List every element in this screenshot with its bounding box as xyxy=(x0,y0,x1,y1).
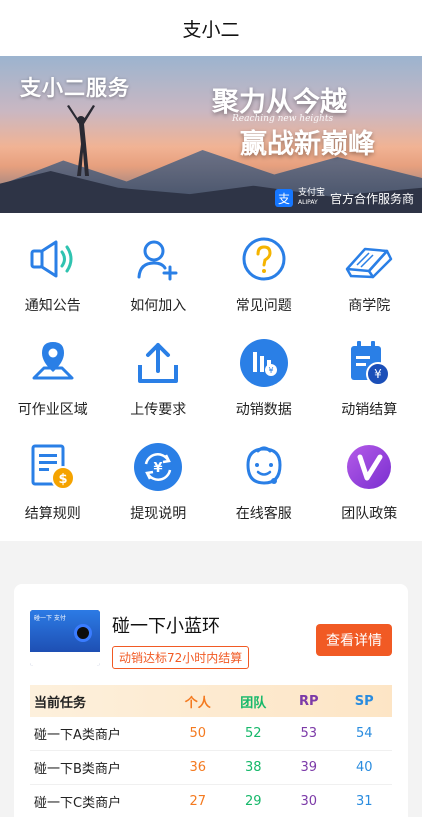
grid-item-area[interactable]: 可作业区域 xyxy=(0,337,106,419)
map-pin-icon xyxy=(27,337,79,389)
grid-item-academy[interactable]: 商学院 xyxy=(317,233,422,315)
cell-rp: 39 xyxy=(300,760,318,775)
cell-sp: 40 xyxy=(355,760,373,775)
grid-label: 如何加入 xyxy=(130,298,187,314)
grid-item-notice[interactable]: 通知公告 xyxy=(0,233,106,315)
table-row[interactable]: 碰一下A类商户 50 52 53 54 xyxy=(30,717,392,751)
alipay-en: ALIPAY xyxy=(297,199,318,206)
cell-task: 碰一下A类商户 xyxy=(34,728,121,743)
promo-title: 碰一下小蓝环 xyxy=(112,616,220,637)
view-details-button[interactable]: 查看详情 xyxy=(316,624,392,656)
cell-sp: 54 xyxy=(355,726,373,741)
header-team: 团队 xyxy=(240,695,267,711)
grid-label: 团队政策 xyxy=(341,506,398,522)
grid-item-upload[interactable]: 上传要求 xyxy=(106,337,212,419)
book-icon xyxy=(343,233,395,285)
thumb-caption: 碰一下 支付 xyxy=(34,615,66,622)
cell-team: 52 xyxy=(244,726,262,741)
grid-item-sales-settle[interactable]: ¥ 动销结算 xyxy=(317,337,422,419)
banner-service-title: 支小二服务 xyxy=(20,75,130,100)
v-badge-icon xyxy=(343,441,395,493)
cell-rp: 53 xyxy=(300,726,318,741)
upload-icon xyxy=(132,337,184,389)
grid-label: 动销结算 xyxy=(341,402,398,418)
grid-item-sales-data[interactable]: ¥ 动销数据 xyxy=(211,337,317,419)
cell-task: 碰一下C类商户 xyxy=(34,796,122,811)
cell-task: 碰一下B类商户 xyxy=(34,762,121,777)
question-icon xyxy=(238,233,290,285)
cell-personal: 27 xyxy=(189,794,207,809)
thumb-footer xyxy=(30,652,100,666)
calendar-yen-icon: ¥ xyxy=(343,337,395,389)
promo-row: 碰一下 支付 碰一下小蓝环 动销达标72小时内结算 查看详情 xyxy=(30,610,392,669)
cell-sp: 31 xyxy=(355,794,373,809)
feature-grid: 通知公告 如何加入 常见问题 商学院 可作业区域 上传要求 ¥ 动销数据 ¥ 动… xyxy=(0,213,422,541)
grid-label: 上传要求 xyxy=(130,402,187,418)
banner-slogan-line2: 赢战新巅峰 xyxy=(240,129,375,160)
support-face-icon xyxy=(238,441,290,493)
svg-text:¥: ¥ xyxy=(268,366,273,375)
page-header: 支小二 xyxy=(0,0,422,56)
grid-item-faq[interactable]: 常见问题 xyxy=(211,233,317,315)
alipay-logo-icon: 支 xyxy=(274,189,293,207)
grid-item-support[interactable]: 在线客服 xyxy=(211,441,317,523)
header-sp: SP xyxy=(354,693,374,709)
grid-label: 结算规则 xyxy=(24,506,81,522)
page-title: 支小二 xyxy=(182,18,240,41)
speaker-icon xyxy=(27,233,79,285)
header-personal: 个人 xyxy=(184,695,211,711)
grid-label: 动销数据 xyxy=(235,402,292,418)
promo-banner[interactable]: 支小二服务 聚力从今越 Reaching new heights 赢战新巅峰 支… xyxy=(0,56,422,213)
grid-label: 提现说明 xyxy=(130,506,187,522)
alipay-wordmark: 支付宝 ALIPAY xyxy=(298,189,325,207)
task-table: 当前任务 个人 团队 RP SP 碰一下A类商户 50 52 53 54 碰一下… xyxy=(30,685,392,817)
table-row[interactable]: 碰一下C类商户 27 29 30 31 xyxy=(30,785,392,817)
cell-team: 38 xyxy=(244,760,262,775)
cell-team: 29 xyxy=(244,794,262,809)
grid-label: 通知公告 xyxy=(24,298,81,314)
promo-thumbnail[interactable]: 碰一下 支付 xyxy=(30,610,100,666)
blue-ring-icon xyxy=(74,624,92,642)
grid-item-withdraw[interactable]: ¥ 提现说明 xyxy=(106,441,212,523)
partner-text: 官方合作服务商 xyxy=(329,191,414,206)
grid-label: 在线客服 xyxy=(235,506,292,522)
header-rp: RP xyxy=(298,693,319,709)
add-user-icon xyxy=(132,233,184,285)
grid-label: 可作业区域 xyxy=(17,402,88,418)
header-task: 当前任务 xyxy=(34,695,87,711)
grid-label: 商学院 xyxy=(348,298,391,314)
grid-item-join[interactable]: 如何加入 xyxy=(106,233,212,315)
alipay-name: 支付宝 xyxy=(297,188,325,198)
grid-item-team-policy[interactable]: 团队政策 xyxy=(317,441,422,523)
banner-partner: 支 支付宝 ALIPAY 官方合作服务商 xyxy=(274,189,414,207)
document-dollar-icon: $ xyxy=(27,441,79,493)
task-card: 碰一下 支付 碰一下小蓝环 动销达标72小时内结算 查看详情 当前任务 个人 团… xyxy=(14,584,408,817)
promo-tag: 动销达标72小时内结算 xyxy=(112,646,250,669)
svg-text:$: $ xyxy=(58,472,67,487)
cell-rp: 30 xyxy=(300,794,318,809)
promo-info: 碰一下小蓝环 动销达标72小时内结算 xyxy=(112,610,316,669)
grid-label: 常见问题 xyxy=(235,298,292,314)
bar-chart-icon: ¥ xyxy=(238,337,290,389)
table-header: 当前任务 个人 团队 RP SP xyxy=(30,685,392,717)
hiker-silhouette-icon xyxy=(67,105,95,176)
cell-personal: 36 xyxy=(189,760,207,775)
table-row[interactable]: 碰一下B类商户 36 38 39 40 xyxy=(30,751,392,785)
cell-personal: 50 xyxy=(189,726,207,741)
grid-item-settle-rules[interactable]: $ 结算规则 xyxy=(0,441,106,523)
svg-text:¥: ¥ xyxy=(374,367,382,381)
svg-text:¥: ¥ xyxy=(154,461,163,476)
yen-cycle-icon: ¥ xyxy=(132,441,184,493)
